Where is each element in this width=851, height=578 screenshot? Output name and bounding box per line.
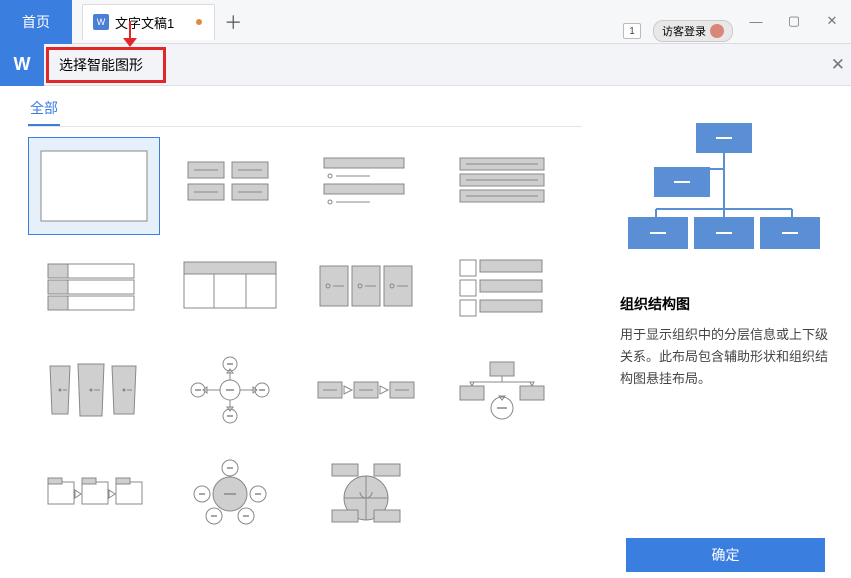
template-cycle-quad[interactable] [300,443,432,541]
template-table[interactable] [164,239,296,337]
unsaved-indicator-icon [196,19,202,25]
document-tab-label: 文字文稿1 [115,13,174,32]
maximize-icon[interactable]: ▢ [779,10,809,32]
template-branch-down[interactable] [436,341,568,439]
template-three-cells[interactable] [300,239,432,337]
template-bullet-list[interactable] [300,137,432,235]
dialog-body: 全部 [0,86,851,578]
preview-diagram [620,100,828,280]
template-funnel[interactable] [28,341,160,439]
template-stacked-bars[interactable] [436,137,568,235]
preview-title: 组织结构图 [620,294,837,314]
annotation-arrowhead-icon [123,38,137,47]
template-grid [28,137,582,541]
dialog-header: W 选择智能图形 ✕ [0,44,851,86]
guest-login-button[interactable]: 访客登录 [653,20,733,42]
preview-description: 用于显示组织中的分层信息或上下级关系。此布局包含辅助形状和组织结构图悬挂布局。 [620,324,837,390]
template-org-chart[interactable] [28,137,160,235]
new-tab-button[interactable]: ＋ [215,4,251,40]
template-ring-nodes[interactable] [164,443,296,541]
dialog-title-highlighted: 选择智能图形 [46,47,166,83]
preview-panel: 组织结构图 用于显示组织中的分层信息或上下级关系。此布局包含辅助形状和组织结构图… [600,86,851,578]
template-panel: 全部 [0,86,600,578]
avatar-icon [710,24,724,38]
home-tab[interactable]: 首页 [0,0,72,44]
template-row-list[interactable] [28,239,160,337]
category-all-tab[interactable]: 全部 [28,94,60,126]
notification-badge[interactable]: 1 [623,23,641,39]
template-picture-list[interactable] [436,239,568,337]
template-radial-arrows[interactable] [164,341,296,439]
app-logo-icon: W [0,44,44,86]
template-tabs-row[interactable] [28,443,160,541]
template-empty [436,443,568,541]
doc-icon: W [93,14,109,30]
dialog-close-icon[interactable]: ✕ [831,55,845,75]
template-process-arrows[interactable] [300,341,432,439]
dialog-title: 选择智能图形 [59,55,143,75]
template-grid-blocks[interactable] [164,137,296,235]
document-tab[interactable]: W 文字文稿1 [82,4,215,40]
close-icon[interactable]: ✕ [817,10,847,32]
guest-login-label: 访客登录 [662,23,706,39]
minimize-icon[interactable]: — [741,10,771,32]
ok-button[interactable]: 确定 [626,538,825,572]
